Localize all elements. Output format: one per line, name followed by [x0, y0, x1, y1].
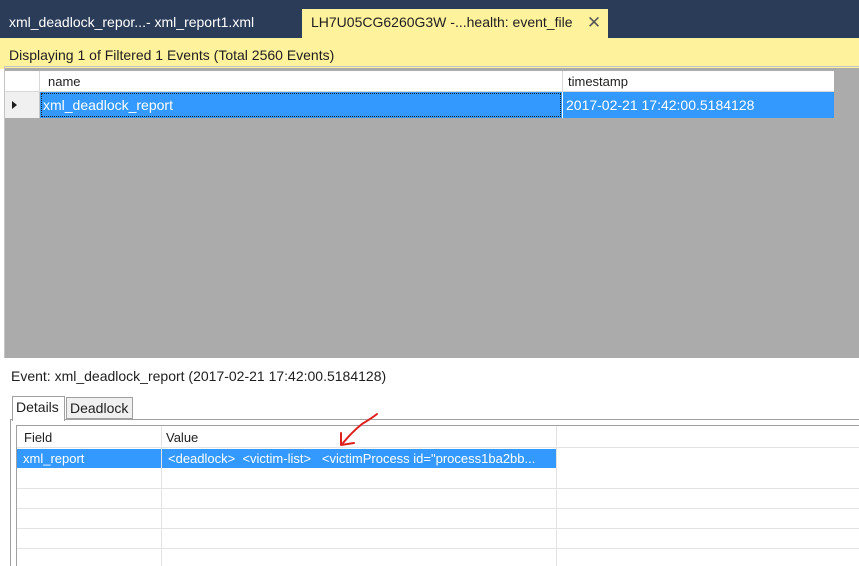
- row-header[interactable]: [5, 92, 40, 118]
- column-header-name[interactable]: name: [48, 74, 81, 89]
- column-header-timestamp[interactable]: timestamp: [568, 74, 628, 89]
- event-timestamp-cell[interactable]: 2017-02-21 17:42:00.5184128: [562, 92, 834, 118]
- document-tab-strip: xml_deadlock_repor...- xml_report1.xml L…: [0, 0, 859, 38]
- details-grid-header: Field Value: [17, 426, 859, 448]
- filter-status-bar: Displaying 1 of Filtered 1 Events (Total…: [0, 38, 859, 69]
- field-cell[interactable]: xml_report: [17, 449, 161, 468]
- details-grid: Field Value xml_report <deadlock> <victi…: [16, 425, 859, 566]
- tab-xml-report1[interactable]: xml_deadlock_repor...- xml_report1.xml: [0, 9, 290, 38]
- row-divider: [17, 488, 859, 489]
- column-divider: [161, 426, 162, 566]
- row-divider: [17, 508, 859, 509]
- tab-label: xml_deadlock_repor...- xml_report1.xml: [9, 14, 255, 30]
- value-cell[interactable]: <deadlock> <victim-list> <victimProcess …: [162, 449, 556, 468]
- close-icon[interactable]: ✕: [584, 9, 604, 36]
- event-name-cell[interactable]: xml_deadlock_report: [40, 92, 562, 118]
- tab-event-file[interactable]: LH7U05CG6260G3W -...health: event_file ✕: [302, 9, 608, 38]
- tab-label: LH7U05CG6260G3W -...health: event_file: [311, 14, 573, 30]
- column-header-value[interactable]: Value: [166, 430, 198, 445]
- row-divider: [17, 528, 859, 529]
- tab-deadlock[interactable]: Deadlock: [66, 397, 133, 419]
- tab-deadlock-label: Deadlock: [70, 400, 129, 416]
- row-header-corner: [5, 71, 40, 92]
- column-divider: [556, 426, 557, 566]
- row-divider: [17, 548, 859, 549]
- event-row[interactable]: xml_deadlock_report 2017-02-21 17:42:00.…: [5, 92, 834, 118]
- column-header-field[interactable]: Field: [24, 430, 52, 445]
- details-row[interactable]: xml_report <deadlock> <victim-list> <vic…: [17, 449, 557, 468]
- tab-details[interactable]: Details: [12, 396, 65, 421]
- row-pointer-icon: [12, 101, 17, 109]
- events-grid-header: name timestamp: [5, 71, 834, 92]
- event-detail-caption: Event: xml_deadlock_report (2017-02-21 1…: [11, 368, 387, 384]
- tab-details-label: Details: [16, 399, 59, 415]
- filter-status-text: Displaying 1 of Filtered 1 Events (Total…: [9, 47, 335, 63]
- column-divider[interactable]: [562, 71, 563, 92]
